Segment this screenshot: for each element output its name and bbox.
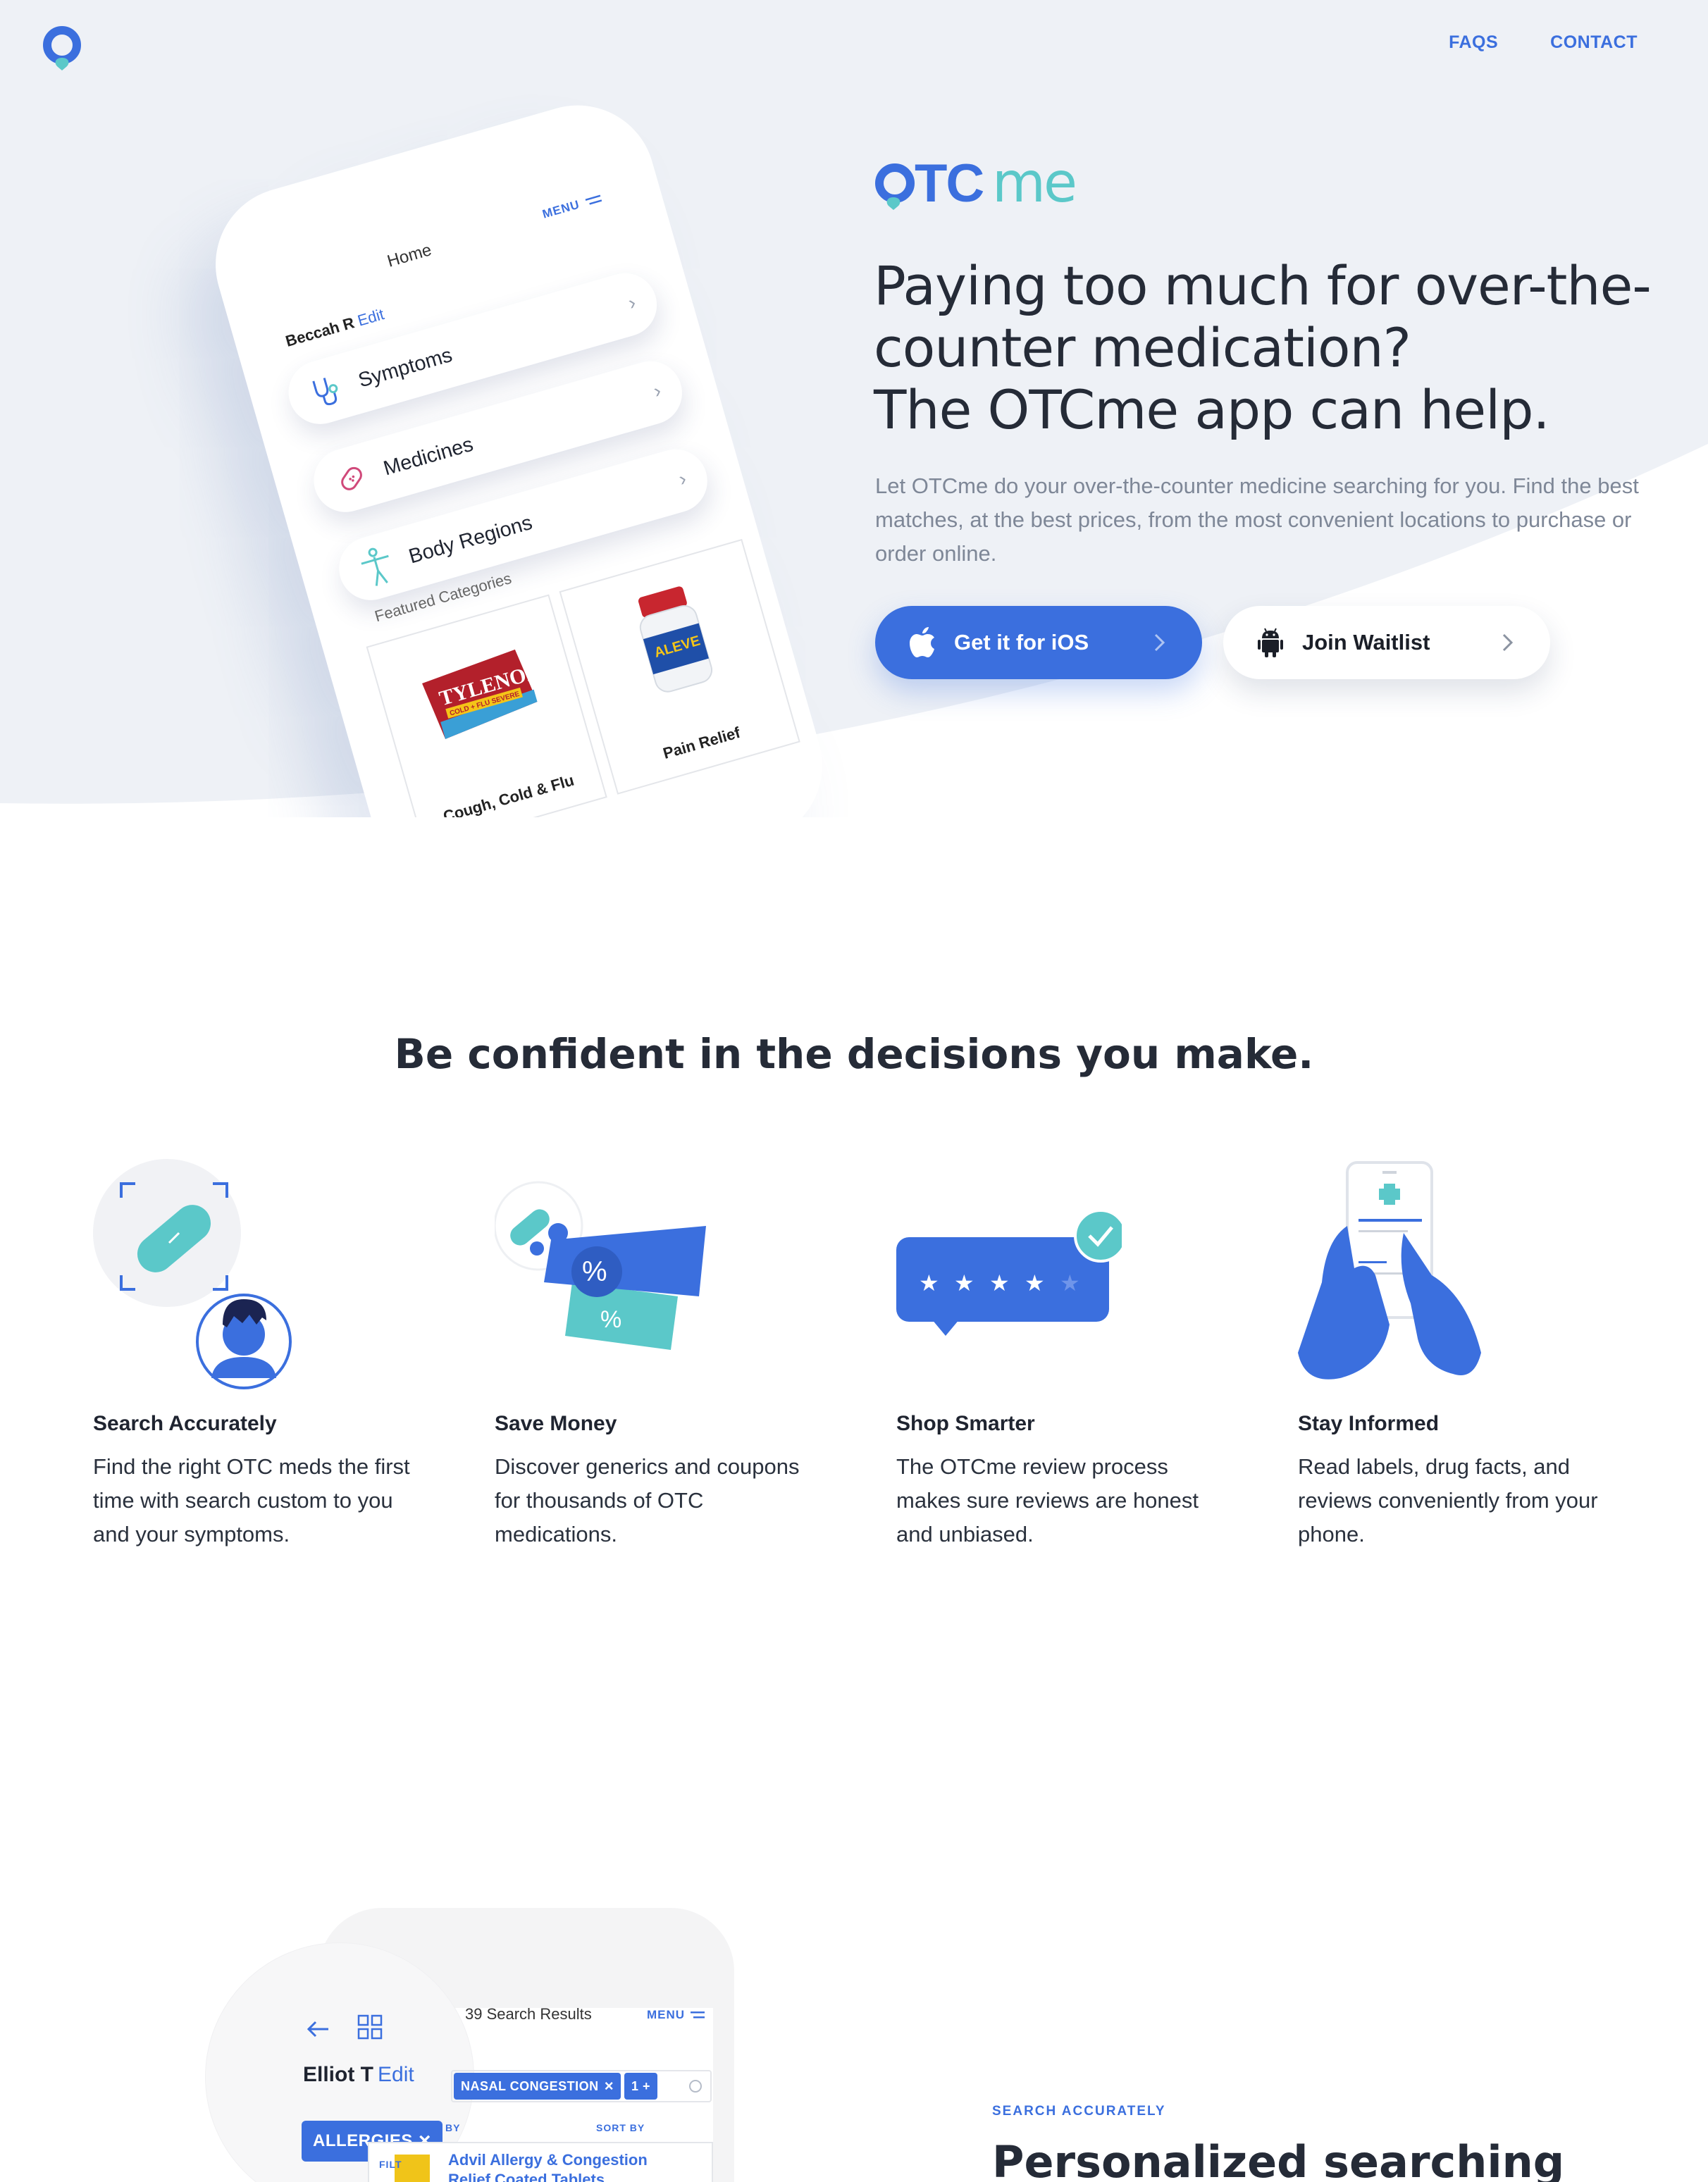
filter-by-label: BY [445, 2122, 461, 2133]
body-icon [361, 547, 389, 586]
svg-text:★: ★ [919, 1270, 939, 1296]
get-ios-button[interactable]: Get it for iOS [875, 606, 1202, 679]
hero-phone-mockup: Home MENU Beccah REdit Symptoms › Medici… [155, 87, 846, 817]
phone-menu-button: MENU [541, 192, 603, 222]
search-user-name: Elliot T [303, 2063, 373, 2086]
phone-screen: Home MENU Beccah REdit Symptoms › Medici… [197, 87, 841, 817]
nav-contact-link[interactable]: CONTACT [1550, 32, 1638, 53]
svg-text:★: ★ [954, 1270, 974, 1296]
phone-home-title: Home [385, 240, 434, 271]
stethoscope-icon [312, 378, 338, 406]
phone-hands-illustration [1298, 1161, 1481, 1380]
close-icon: × [604, 2077, 614, 2095]
feature-title: Shop Smarter [896, 1412, 1035, 1435]
aleve-bottle-image: ALEVE [638, 586, 713, 693]
svg-text:TC: TC [915, 156, 983, 213]
hero-title: Paying too much for over-the- counter me… [874, 255, 1663, 441]
grid-icon [357, 2014, 383, 2040]
feature-desc: Read labels, drug facts, and reviews con… [1298, 1454, 1598, 1546]
hamburger-icon [691, 2011, 705, 2019]
sort-by-label: SORT BY [596, 2122, 645, 2133]
phone-user-edit: Edit [355, 305, 386, 330]
svg-text:%: % [600, 1306, 621, 1333]
feature-desc: Find the right OTC meds the first time w… [93, 1454, 410, 1546]
section-heading: Personalized searching [992, 2136, 1565, 2182]
feature-desc: Discover generics and coupons for thousa… [495, 1454, 800, 1546]
hero-title-line: Paying too much for over-the- [874, 254, 1652, 317]
search-accurately-section: 39 Search Results MENU Elliot T Edit NASA… [0, 1874, 1708, 2182]
svg-text:★: ★ [1025, 1270, 1045, 1296]
phone-user-name: Beccah R [283, 314, 357, 350]
coupon-illustration: % % [495, 1181, 706, 1350]
feature-title: Search Accurately [93, 1412, 277, 1435]
tylenol-box-image: TYLENOL COLD + FLU SEVERE [422, 649, 543, 739]
apple-icon [909, 627, 936, 658]
chevron-right-icon [1502, 633, 1514, 652]
search-user: Elliot T Edit [303, 2063, 414, 2087]
search-menu-button: MENU [647, 2008, 705, 2022]
phone-menu-label: MENU [540, 197, 581, 221]
android-icon [1257, 627, 1284, 658]
phone-card-label: Pain Relief [661, 723, 743, 762]
product-title: Advil Allergy & Congestion Relief Coated… [448, 2151, 648, 2182]
hero-subtitle: Let OTCme do your over-the-counter medic… [875, 473, 1639, 566]
feature-title: Save Money [495, 1412, 617, 1435]
join-waitlist-label: Join Waitlist [1302, 630, 1430, 655]
clear-search-icon [689, 2080, 702, 2093]
bandage-icon [341, 466, 362, 490]
section-eyebrow: SEARCH ACCURATELY [992, 2104, 1166, 2119]
feature-desc: The OTCme review process makes sure revi… [896, 1454, 1199, 1546]
hamburger-icon [585, 194, 602, 205]
svg-text:me: me [992, 156, 1075, 215]
top-nav: FAQS CONTACT [1449, 32, 1638, 53]
hero-title-line: counter medication? [874, 316, 1411, 379]
chip-label: NASAL CONGESTION [461, 2078, 599, 2093]
nav-faqs-link[interactable]: FAQS [1449, 32, 1498, 53]
chip-nasal-congestion: NASAL CONGESTION × [454, 2073, 621, 2100]
otcme-wordmark: TC me [875, 156, 1077, 215]
search-pill-illustration [93, 1159, 292, 1389]
logo-pin-icon[interactable] [41, 25, 83, 75]
join-waitlist-button[interactable]: Join Waitlist [1223, 606, 1550, 679]
search-menu-label: MENU [647, 2008, 686, 2021]
chip-label: 1 + [631, 2078, 651, 2093]
hero-title-line: The OTCme app can help. [874, 378, 1550, 441]
section-title: Be confident in the decisions you make. [394, 1030, 1314, 1078]
feature-title: Stay Informed [1298, 1412, 1440, 1435]
chevron-right-icon [1154, 633, 1165, 652]
svg-text:★: ★ [1060, 1270, 1080, 1296]
filter-label: FILT [379, 2159, 402, 2170]
get-ios-label: Get it for iOS [954, 630, 1089, 655]
search-results-count: 39 Search Results [465, 2005, 592, 2023]
chip-more: 1 + [624, 2073, 658, 2100]
svg-text:★: ★ [989, 1270, 1010, 1296]
search-user-edit: Edit [378, 2063, 414, 2086]
phone-card-label: Cough, Cold & Flu [441, 771, 576, 817]
review-stars-illustration: ★ ★ ★ ★ ★ [896, 1209, 1122, 1336]
back-arrow-icon [307, 2021, 328, 2038]
svg-text:%: % [582, 1256, 607, 1287]
hero-section: FAQS CONTACT Home MENU Beccah REdit Symp… [0, 0, 1708, 817]
